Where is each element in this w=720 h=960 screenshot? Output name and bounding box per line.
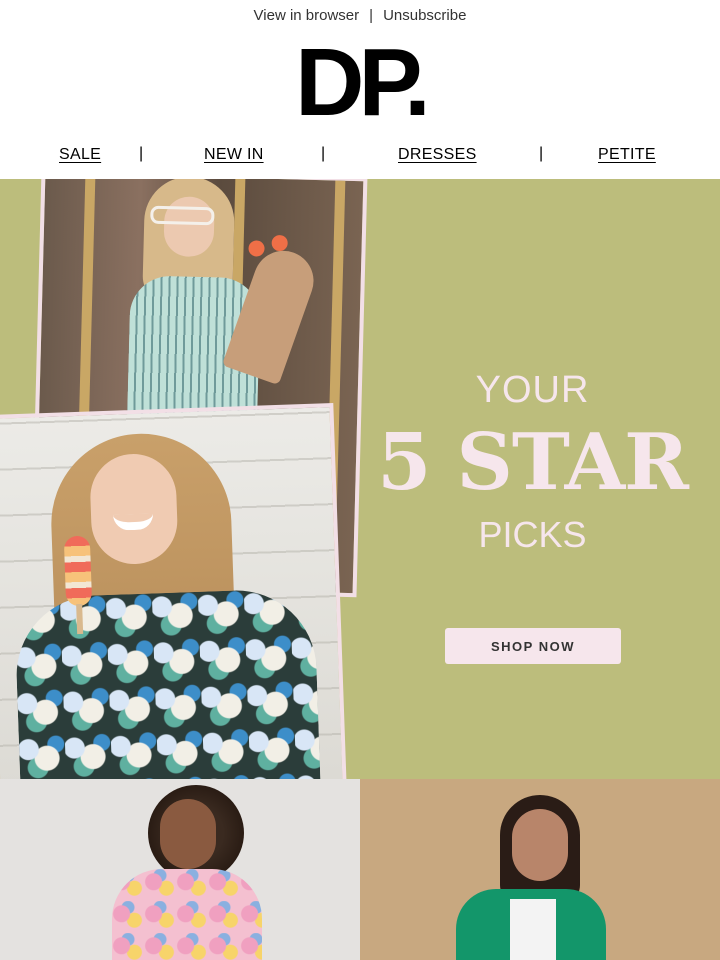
flower: [271, 234, 288, 252]
nav-item-new-in[interactable]: NEW IN: [204, 146, 264, 164]
nav-item-dresses[interactable]: DRESSES: [398, 146, 477, 164]
nav-separator: |: [321, 145, 326, 162]
white-top: [510, 899, 556, 960]
main-nav: SALE | NEW IN | DRESSES | PETITE: [0, 140, 720, 172]
product-tile-green-blazer[interactable]: [360, 779, 720, 960]
nav-separator: |: [139, 145, 144, 162]
unsubscribe-link[interactable]: Unsubscribe: [383, 7, 466, 24]
hero-banner[interactable]: YOUR 5 STAR PICKS SHOP NOW: [0, 179, 720, 779]
model-face: [88, 452, 179, 566]
hero-photo-woman-lolly: [0, 403, 347, 779]
logo-text: DP.: [295, 29, 431, 136]
sunglasses: [150, 205, 215, 226]
nav-item-sale[interactable]: SALE: [59, 146, 101, 164]
brand-logo[interactable]: DP.: [0, 35, 720, 131]
shop-now-button[interactable]: SHOP NOW: [445, 628, 621, 664]
hero-line-2: 5 STAR: [377, 417, 689, 508]
hero-line-1: YOUR: [475, 369, 590, 411]
model-face: [160, 799, 216, 869]
preheader-separator: |: [369, 6, 374, 24]
preheader: View in browser | Unsubscribe: [0, 0, 720, 30]
hero-headline: YOUR 5 STAR PICKS: [345, 369, 720, 556]
floral-dress: [13, 587, 322, 779]
floral-top: [112, 869, 262, 960]
nav-item-petite[interactable]: PETITE: [598, 146, 656, 164]
ice-lolly: [63, 535, 93, 607]
flower: [248, 240, 265, 257]
hero-line-3: PICKS: [478, 514, 587, 555]
nav-separator: |: [539, 145, 544, 162]
lolly-stick: [76, 603, 84, 635]
model-face: [512, 809, 568, 881]
product-tile-floral-dress[interactable]: [0, 779, 360, 960]
view-in-browser-link[interactable]: View in browser: [254, 7, 360, 24]
